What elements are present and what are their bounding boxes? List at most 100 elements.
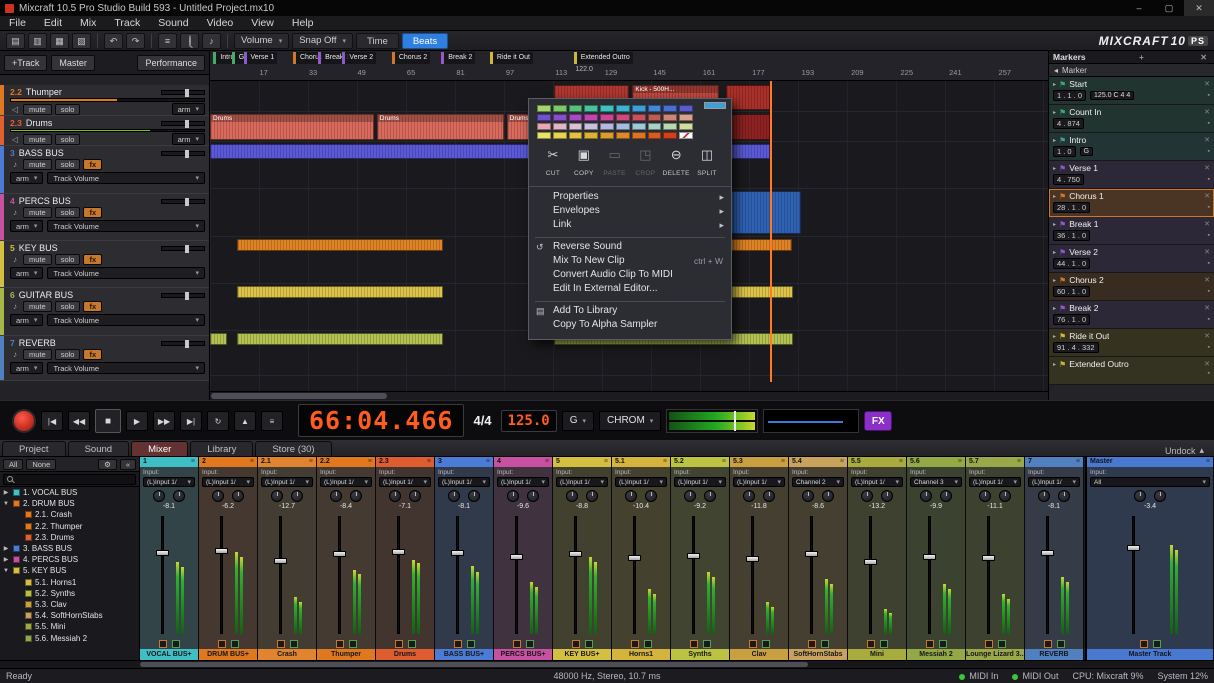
fader-track[interactable]	[810, 516, 813, 634]
context-menu-item[interactable]: Properties ▸	[529, 190, 731, 204]
section-marker-flag[interactable]: Verse 2	[342, 52, 376, 64]
section-marker-flag[interactable]: Ride it Out	[490, 52, 533, 64]
color-swatch[interactable]	[537, 123, 551, 130]
expand-icon[interactable]: ▸	[1053, 221, 1056, 228]
expand-icon[interactable]: ▶	[2, 556, 10, 563]
menu-item[interactable]: Mix	[71, 16, 105, 31]
mute-button[interactable]	[277, 640, 285, 648]
marker-row[interactable]: ▸ ⚑ Chorus 1 ✕ 28 . 1 . 0 ▪	[1049, 189, 1214, 217]
input-select[interactable]: (L)Input 1/ ▾	[851, 477, 903, 487]
time-display[interactable]: 66:04.466	[298, 404, 464, 437]
marker-row[interactable]: ▸ ⚑ Break 1 ✕ 36 . 1 . 0 ▪	[1049, 217, 1214, 245]
mute-button[interactable]	[572, 640, 580, 648]
expand-icon[interactable]: ▸	[1053, 109, 1056, 116]
solo-button[interactable]: solo	[55, 159, 81, 170]
solo-button[interactable]	[290, 640, 298, 648]
master-track-button[interactable]: Master	[51, 55, 95, 71]
audio-clip[interactable]	[210, 333, 227, 345]
minimize-button[interactable]: –	[1124, 0, 1154, 16]
playhead[interactable]	[770, 81, 772, 382]
strip-number-tab[interactable]: 5.5≡	[848, 457, 906, 467]
solo-button[interactable]	[526, 640, 534, 648]
send-knob[interactable]	[291, 490, 303, 502]
marker-position[interactable]: 1 . 1 . 0	[1053, 90, 1086, 101]
solo-button[interactable]	[231, 640, 239, 648]
collapse-panel-icon[interactable]: «	[120, 459, 136, 470]
marker-name[interactable]: Start	[1069, 79, 1087, 89]
fx-button[interactable]: fx	[83, 207, 102, 218]
mute-button[interactable]	[513, 640, 521, 648]
fader-db-value[interactable]: -11.1	[966, 503, 1024, 512]
mute-button[interactable]: mute	[23, 104, 52, 115]
mute-button[interactable]	[454, 640, 462, 648]
menu-item[interactable]: File	[0, 16, 35, 31]
mute-button[interactable]	[218, 640, 226, 648]
expand-icon[interactable]: ▸	[1053, 137, 1056, 144]
fader-db-value[interactable]: -6.2	[199, 503, 257, 512]
mute-button[interactable]	[867, 640, 875, 648]
send-knob[interactable]	[586, 490, 598, 502]
strip-number-tab[interactable]: 4≡	[494, 457, 552, 467]
color-swatch[interactable]	[600, 132, 614, 139]
audio-clip[interactable]	[729, 191, 801, 234]
track-name[interactable]: GUITAR BUS	[19, 290, 73, 300]
color-swatch[interactable]	[648, 132, 662, 139]
fader-handle[interactable]	[215, 548, 228, 554]
color-swatch[interactable]	[569, 114, 583, 121]
mixer-horizontal-scrollbar[interactable]	[0, 660, 1214, 668]
fader-track[interactable]	[574, 516, 577, 634]
send-knob[interactable]	[704, 490, 716, 502]
midi-out-indicator[interactable]: MIDI Out	[1012, 671, 1058, 681]
fx-button[interactable]: fx	[83, 254, 102, 265]
send-knob[interactable]	[527, 490, 539, 502]
marker-row[interactable]: ▸ ⚑ Verse 1 ✕ 4 . 750 ▪	[1049, 161, 1214, 189]
tree-item[interactable]: ▼ 5. KEY BUS	[0, 565, 139, 576]
marker-row[interactable]: ▸ ⚑ Verse 2 ✕ 44 . 1 . 0 ▪	[1049, 245, 1214, 273]
mute-button[interactable]	[1044, 640, 1052, 648]
clip-action-button[interactable]: ◫ SPLIT	[693, 147, 721, 180]
send-knob[interactable]	[940, 490, 952, 502]
marker-position[interactable]: 60 . 1 . 0	[1053, 286, 1090, 297]
mix-icon[interactable]: ≡	[158, 33, 177, 49]
fader-handle[interactable]	[274, 558, 287, 564]
fader-track[interactable]	[338, 516, 341, 634]
mute-button[interactable]	[159, 640, 167, 648]
track-header[interactable]: 6 GUITAR BUS ◁ mute solo	[0, 288, 209, 336]
lock-icon[interactable]: ▪	[1208, 288, 1210, 295]
color-swatch[interactable]	[537, 132, 551, 139]
marker-row[interactable]: ▸ ⚑ Break 2 ✕ 76 . 1 . 0 ▪	[1049, 301, 1214, 329]
send-knob[interactable]	[763, 490, 775, 502]
tree-item[interactable]: 2.2. Thumper	[0, 521, 139, 532]
menu-item[interactable]: Track	[105, 16, 149, 31]
save-icon[interactable]: ▦	[50, 33, 69, 49]
strip-number-tab[interactable]: 5.3≡	[730, 457, 788, 467]
color-swatch[interactable]	[600, 114, 614, 121]
gear-icon[interactable]: ⚙	[98, 459, 117, 470]
context-menu-item[interactable]: Convert Audio Clip To MIDI	[529, 268, 731, 282]
marker-row[interactable]: ▸ ⚑ Chorus 2 ✕ 60 . 1 . 0 ▪	[1049, 273, 1214, 301]
strip-name-label[interactable]: Messiah 2	[907, 649, 965, 660]
input-select[interactable]: (L)Input 1/ ▾	[556, 477, 608, 487]
marker-position[interactable]: 4 . 750	[1053, 174, 1084, 185]
arm-select[interactable]: arm▾	[10, 267, 43, 279]
pan-knob[interactable]	[507, 490, 519, 502]
color-swatch[interactable]	[553, 132, 567, 139]
timeline-ruler[interactable]: Intro G Verse 1 Chorus 1 Break 1 Verse 2…	[210, 51, 1048, 81]
fader-db-value[interactable]: -8.1	[1025, 503, 1083, 512]
color-swatch[interactable]	[553, 123, 567, 130]
color-swatch[interactable]	[584, 123, 598, 130]
fader-track[interactable]	[928, 516, 931, 634]
expand-icon[interactable]: ▸	[1053, 361, 1056, 368]
solo-button[interactable]: solo	[55, 104, 81, 115]
redo-icon[interactable]: ↷	[126, 33, 145, 49]
menu-item[interactable]: Help	[283, 16, 323, 31]
delete-marker-icon[interactable]: ✕	[1204, 164, 1210, 172]
fader-handle[interactable]	[569, 551, 582, 557]
fader-db-value[interactable]: -8.6	[789, 503, 847, 512]
arm-select[interactable]: arm▾	[10, 172, 43, 184]
marker-position[interactable]: 36 . 1 . 0	[1053, 230, 1090, 241]
input-select[interactable]: Channel 2 ▾	[792, 477, 844, 487]
track-header[interactable]: 2.2 Thumper ◁ mute solo	[0, 85, 209, 116]
solo-button[interactable]: solo	[55, 207, 81, 218]
track-header[interactable]: 4 PERCS BUS ◁ mute solo	[0, 194, 209, 241]
